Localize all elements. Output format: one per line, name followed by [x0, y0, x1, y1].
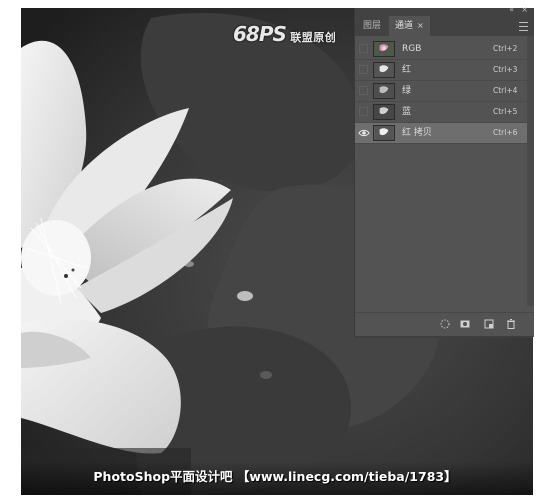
tab-layers-label: 图层 — [363, 21, 382, 31]
eye-icon[interactable] — [358, 127, 370, 139]
channel-thumbnail — [373, 125, 395, 141]
visibility-toggle[interactable] — [359, 86, 368, 95]
site-watermark: 68PS 联盟原创 — [233, 22, 336, 46]
tab-close-icon[interactable]: × — [417, 21, 424, 30]
watermark-logo-mark: 68PS — [233, 22, 287, 46]
panel-edge — [354, 336, 533, 338]
channel-row-blue[interactable]: 蓝 Ctrl+5 — [355, 102, 527, 123]
tab-layers[interactable]: 图层 — [357, 16, 387, 36]
new-channel-icon[interactable] — [483, 318, 495, 330]
save-selection-as-channel-icon[interactable] — [459, 318, 471, 330]
channel-list: RGB Ctrl+2 红 Ctrl+3 绿 Ctrl+4 蓝 Ctrl+5 红 … — [355, 39, 527, 144]
panel-tab-bar: 图层 通道 × — [355, 16, 534, 36]
channel-shortcut: Ctrl+3 — [493, 65, 518, 74]
channel-name: RGB — [402, 44, 422, 54]
channels-panel: « × 图层 通道 × RGB Ctrl+2 红 Ctrl+3 绿 Ctrl+4… — [354, 5, 534, 337]
delete-channel-icon[interactable] — [505, 318, 517, 330]
channel-thumbnail — [373, 62, 395, 78]
watermark-logo-text: 联盟原创 — [290, 31, 337, 44]
panel-bottom-toolbar — [355, 312, 534, 337]
channel-thumbnail — [373, 83, 395, 99]
tab-channels[interactable]: 通道 × — [389, 16, 430, 36]
visibility-toggle[interactable] — [359, 65, 368, 74]
channel-row-green[interactable]: 绿 Ctrl+4 — [355, 81, 527, 102]
visibility-toggle[interactable] — [359, 107, 368, 116]
panel-scrollbar[interactable] — [527, 36, 534, 306]
visibility-toggle[interactable] — [359, 44, 368, 53]
collapse-icon[interactable]: « — [509, 5, 514, 14]
channel-row-red[interactable]: 红 Ctrl+3 — [355, 60, 527, 81]
channel-thumbnail — [373, 104, 395, 120]
tab-channels-label: 通道 — [395, 21, 414, 31]
channel-thumbnail — [373, 41, 395, 57]
panel-title-bar: « × — [355, 5, 534, 16]
channel-row-rgb[interactable]: RGB Ctrl+2 — [355, 39, 527, 60]
load-selection-icon[interactable] — [439, 318, 451, 330]
channel-name: 绿 — [402, 86, 412, 96]
channel-shortcut: Ctrl+5 — [493, 107, 518, 116]
channel-shortcut: Ctrl+6 — [493, 128, 518, 137]
footer-watermark: PhotoShop平面设计吧 【www.linecg.com/tieba/178… — [93, 469, 457, 484]
panel-menu-icon[interactable] — [519, 19, 528, 33]
channel-shortcut: Ctrl+2 — [493, 44, 518, 53]
channel-name: 红 — [402, 65, 412, 75]
channel-name: 红 拷贝 — [402, 128, 432, 138]
channel-shortcut: Ctrl+4 — [493, 86, 518, 95]
close-icon[interactable]: × — [521, 5, 528, 14]
channel-row-red-copy[interactable]: 红 拷贝 Ctrl+6 — [355, 123, 527, 144]
channel-name: 蓝 — [402, 107, 412, 117]
